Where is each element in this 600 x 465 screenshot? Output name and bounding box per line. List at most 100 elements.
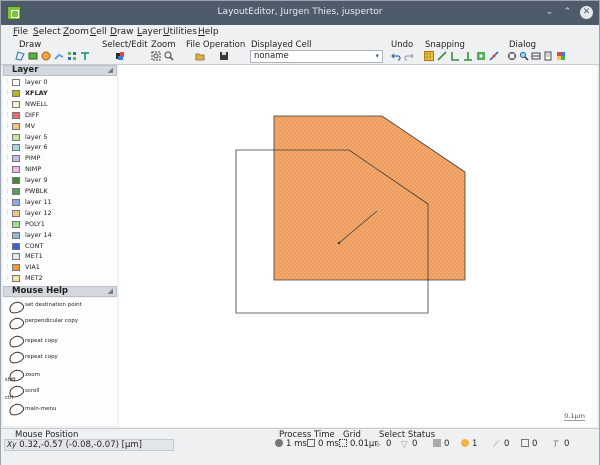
layer-color-swatch[interactable] <box>12 155 20 163</box>
layer-row[interactable]: ⋮ layer 9 <box>3 175 117 186</box>
menu-help[interactable]: Help <box>198 27 219 37</box>
drag-handle-icon[interactable]: ⋮ <box>5 219 10 230</box>
drag-handle-icon[interactable]: ⋮ <box>5 88 10 99</box>
close-button[interactable]: ✕ <box>580 6 593 19</box>
drag-handle-icon[interactable]: ⋮ <box>5 99 10 110</box>
layer-row[interactable]: ⋮ layer 11 <box>3 197 117 208</box>
layer-color-swatch[interactable] <box>12 166 20 174</box>
drag-handle-icon[interactable]: ⋮ <box>5 110 10 121</box>
layer-color-swatch[interactable] <box>12 231 20 239</box>
settings-icon[interactable] <box>556 51 566 61</box>
layer-row[interactable]: ⋮ POLY1 <box>3 219 117 230</box>
undo-icon[interactable] <box>391 51 401 61</box>
properties-icon[interactable] <box>507 51 517 61</box>
layer-row[interactable]: ⋮ PIMP <box>3 153 117 164</box>
maximize-button[interactable]: ⌃ <box>561 6 574 19</box>
menu-cell[interactable]: Cell <box>90 27 107 37</box>
redo-icon[interactable] <box>404 51 414 61</box>
snap-90-icon[interactable] <box>450 51 460 61</box>
drag-handle-icon[interactable]: ⋮ <box>5 132 10 143</box>
snap-45-icon[interactable] <box>437 51 447 61</box>
cell-icon[interactable] <box>543 51 553 61</box>
layer-row[interactable]: ⋮ layer 6 <box>3 142 117 153</box>
polygon-icon[interactable] <box>15 51 25 61</box>
layer-color-swatch[interactable] <box>12 177 20 185</box>
layer-color-swatch[interactable] <box>12 188 20 195</box>
menu-layer[interactable]: Layer <box>137 27 162 37</box>
layer-row[interactable]: ⋮ layer 0 <box>3 77 117 88</box>
layers-dialog-icon[interactable] <box>531 51 541 61</box>
layer-color-swatch[interactable] <box>12 220 20 228</box>
layer-row[interactable]: ⋮ layer 14 <box>3 230 117 241</box>
snap-any-icon[interactable] <box>463 51 473 61</box>
wire-icon[interactable] <box>54 51 64 61</box>
open-icon[interactable] <box>195 51 205 61</box>
layer-color-swatch[interactable] <box>12 144 20 152</box>
layout-canvas[interactable]: 0.1µm <box>119 65 597 427</box>
layer-color-swatch[interactable] <box>12 275 20 283</box>
layer-row[interactable]: ⋮ MV <box>3 121 117 132</box>
layer-color-swatch[interactable] <box>12 133 20 141</box>
layer-color-swatch[interactable] <box>12 89 20 97</box>
layer-polygon-shape[interactable] <box>273 115 466 281</box>
drag-handle-icon[interactable]: ⋮ <box>5 262 10 273</box>
menu-select[interactable]: Select <box>33 27 61 37</box>
drag-handle-icon[interactable]: ⋮ <box>5 121 10 132</box>
select-count-polygon: ⟡ 0 <box>375 439 391 450</box>
box-icon[interactable] <box>28 51 38 61</box>
zoom-in-icon[interactable] <box>164 51 174 61</box>
layer-row[interactable]: ⋮ layer 5 <box>3 132 117 143</box>
circle-icon[interactable] <box>41 51 51 61</box>
layer-row[interactable]: ⋮ NIMP <box>3 164 117 175</box>
layer-color-swatch[interactable] <box>12 198 20 206</box>
drawing-surface[interactable] <box>119 65 597 427</box>
save-icon[interactable] <box>219 51 229 61</box>
text-icon[interactable] <box>80 51 90 61</box>
toolbar-group-select-edit: Select/Edit <box>102 40 148 50</box>
layer-row[interactable]: ⋮ PWBLK <box>3 186 117 197</box>
layer-color-swatch[interactable] <box>12 264 20 272</box>
drag-handle-icon[interactable]: ⋮ <box>5 197 10 208</box>
drag-handle-icon[interactable]: ⋮ <box>5 175 10 186</box>
snap-point-icon[interactable] <box>476 51 486 61</box>
snap-grid-icon[interactable] <box>424 51 434 61</box>
find-icon[interactable] <box>519 51 529 61</box>
drag-handle-icon[interactable]: ⋮ <box>5 208 10 219</box>
drag-handle-icon[interactable]: ⋮ <box>5 142 10 153</box>
layer-row[interactable]: ⋮ XFLAY <box>3 88 117 99</box>
layer-color-swatch[interactable] <box>12 253 20 261</box>
menu-file[interactable]: File <box>13 27 28 37</box>
layer-row[interactable]: ⋮ DIFF <box>3 110 117 121</box>
mouse-help-title[interactable]: Mouse Help ◢ <box>3 286 117 297</box>
drag-handle-icon[interactable]: ⋮ <box>5 241 10 252</box>
menu-draw[interactable]: Draw <box>110 27 134 37</box>
layer-row[interactable]: ⋮ VIA1 <box>3 262 117 273</box>
layer-color-swatch[interactable] <box>12 100 20 108</box>
layer-row[interactable]: ⋮ NWELL <box>3 99 117 110</box>
layer-color-swatch[interactable] <box>12 209 20 217</box>
drag-handle-icon[interactable]: ⋮ <box>5 77 10 88</box>
drag-handle-icon[interactable]: ⋮ <box>5 251 10 262</box>
layer-color-swatch[interactable] <box>12 122 20 130</box>
layer-row[interactable]: ⋮ layer 12 <box>3 208 117 219</box>
layer-color-swatch[interactable] <box>12 242 20 250</box>
drag-handle-icon[interactable]: ⋮ <box>5 273 10 284</box>
menu-utilities[interactable]: Utilities <box>163 27 197 37</box>
layer-row[interactable]: ⋮ MET1 <box>3 251 117 262</box>
drag-handle-icon[interactable]: ⋮ <box>5 153 10 164</box>
drag-handle-icon[interactable]: ⋮ <box>5 230 10 241</box>
drag-handle-icon[interactable]: ⋮ <box>5 164 10 175</box>
displayed-cell-select[interactable]: noname ▾ <box>250 50 383 63</box>
layer-color-swatch[interactable] <box>12 79 20 86</box>
select-icon[interactable] <box>115 51 125 61</box>
layer-panel-title[interactable]: Layer ◢ <box>3 65 117 76</box>
layer-row[interactable]: ⋮ CONT <box>3 241 117 252</box>
layer-color-swatch[interactable] <box>12 111 20 119</box>
zoom-fit-icon[interactable] <box>151 51 161 61</box>
menu-zoom[interactable]: Zoom <box>63 27 89 37</box>
snap-edge-icon[interactable] <box>489 51 499 61</box>
layer-row[interactable]: ⋮ MET2 <box>3 273 117 284</box>
path-icon[interactable] <box>67 51 77 61</box>
drag-handle-icon[interactable]: ⋮ <box>5 186 10 197</box>
minimize-button[interactable]: ⌄ <box>543 6 556 19</box>
